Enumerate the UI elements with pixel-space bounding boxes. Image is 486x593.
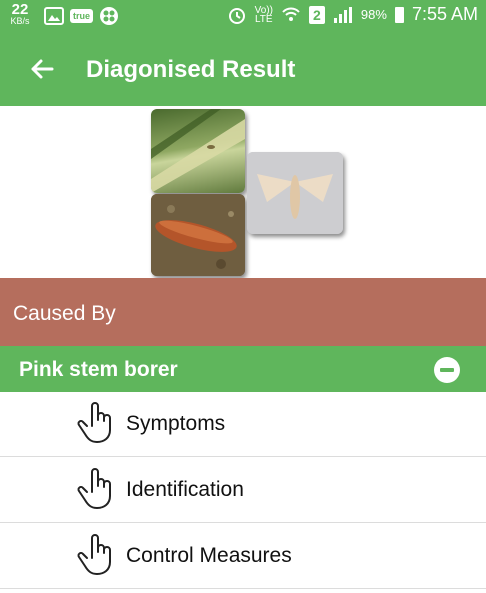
alarm-icon	[228, 7, 245, 24]
caused-by-header: Caused By	[0, 278, 486, 346]
pointing-hand-icon	[77, 534, 111, 575]
symptoms-label: Symptoms	[126, 412, 226, 435]
pointing-hand-icon	[77, 468, 111, 509]
page-title: Diagonised Result	[86, 56, 296, 83]
pupa-image[interactable]	[151, 194, 245, 276]
control-measures-label: Control Measures	[126, 544, 292, 567]
sim-indicator: 2	[308, 5, 325, 24]
pest-name: Pink stem borer	[19, 358, 178, 381]
pest-image-collage	[0, 106, 486, 278]
app-bar: Diagonised Result	[0, 32, 486, 106]
lte-label: LTE	[254, 13, 273, 25]
pointing-hand-icon	[77, 402, 111, 443]
network-speed-value: 22	[11, 1, 29, 18]
gallery-icon	[44, 7, 64, 25]
app-icon	[100, 7, 119, 25]
pest-group-header[interactable]: Pink stem borer	[0, 346, 486, 392]
stem-damage-image[interactable]	[151, 109, 245, 193]
list-item-symptoms[interactable]: Symptoms	[0, 392, 486, 457]
signal-icon	[333, 6, 352, 23]
volte-indicator: Vo)) LTE	[254, 5, 273, 25]
system-status: Vo)) LTE 2 98% 7:55 AM	[227, 4, 478, 25]
list-item-control-measures[interactable]: Control Measures	[0, 524, 486, 589]
clock: 7:55 AM	[411, 4, 478, 24]
network-speed: 22 KB/s	[6, 2, 34, 26]
battery-icon	[394, 6, 404, 23]
list-item-identification[interactable]: Identification	[0, 458, 486, 523]
minus-circle-icon[interactable]	[434, 357, 460, 383]
network-speed-unit: KB/s	[10, 16, 30, 26]
moth-image[interactable]	[247, 152, 343, 234]
true-app-icon: true	[70, 9, 94, 23]
arrow-left-icon[interactable]	[28, 55, 56, 83]
caused-by-label: Caused By	[13, 302, 116, 325]
status-bar: 22 KB/s true Vo)) LTE 2 98% 7:55 AM	[0, 0, 486, 32]
wifi-icon	[282, 7, 300, 21]
battery-percent: 98%	[360, 7, 387, 22]
notification-icons: true	[44, 6, 119, 26]
identification-label: Identification	[126, 478, 244, 501]
